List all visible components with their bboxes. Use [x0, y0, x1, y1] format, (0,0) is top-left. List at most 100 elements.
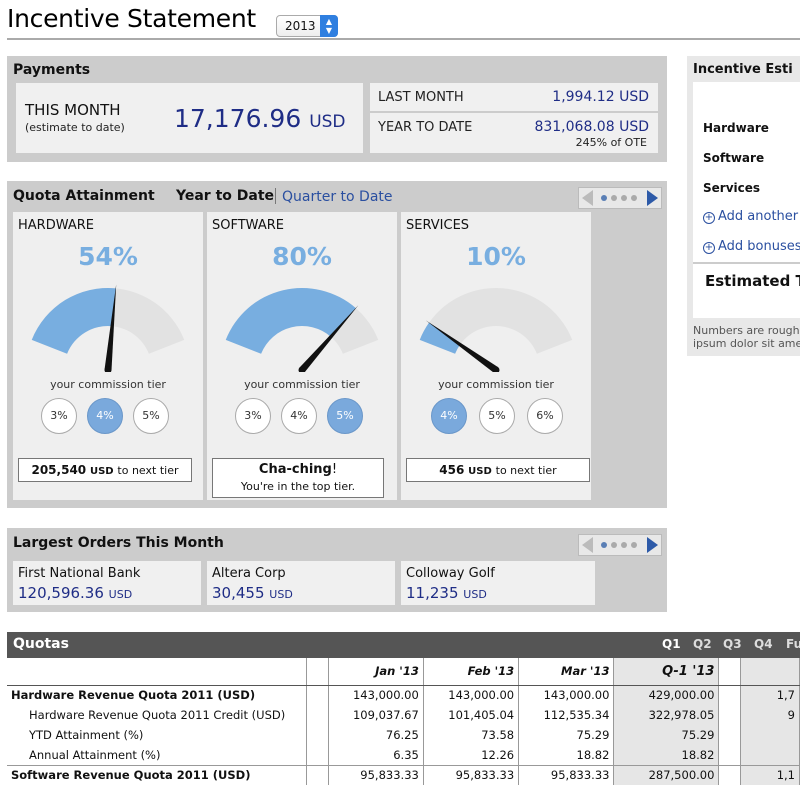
- header-blank: [7, 658, 307, 686]
- pager-dot[interactable]: [601, 195, 607, 201]
- order-value: 11,235 USD: [406, 584, 487, 602]
- add-another-label: Add another: [718, 209, 799, 224]
- header-gap: [718, 658, 742, 686]
- tier-option[interactable]: 3%: [41, 398, 77, 434]
- table-cell: 6.35: [328, 745, 424, 765]
- order-value: 30,455 USD: [212, 584, 293, 602]
- last-month-currency: USD: [619, 89, 649, 105]
- header-gap: [306, 658, 329, 686]
- last-month-label: LAST MONTH: [378, 90, 464, 105]
- quota-percent: 10%: [466, 242, 526, 271]
- last-month-value: 1,994.12: [552, 89, 615, 105]
- tab-year-to-date[interactable]: Year to Date: [176, 188, 274, 204]
- this-month-currency: USD: [309, 112, 346, 132]
- table-cell: 112,535.34: [518, 705, 615, 725]
- order-card[interactable]: Colloway Golf 11,235 USD: [401, 561, 595, 605]
- order-unit: USD: [269, 588, 293, 601]
- table-row: Software Revenue Quota 2011 (USD) 95,833…: [7, 764, 800, 785]
- year-select[interactable]: 2013 ▲ ▼: [276, 15, 338, 37]
- tab-quarter-to-date[interactable]: Quarter to Date: [282, 189, 393, 205]
- estimator-note-line1: Numbers are rough: [693, 324, 800, 337]
- tier-caption: your commission tier: [50, 378, 166, 391]
- tier-option[interactable]: 5%: [479, 398, 515, 434]
- ytd-card: YEAR TO DATE 831,068.08 USD 245% of OTE: [370, 113, 658, 153]
- estimator-row-hardware: Hardware: [703, 121, 769, 135]
- tier-option[interactable]: 5%: [133, 398, 169, 434]
- year-select-value: 2013: [285, 19, 316, 33]
- prev-arrow-icon[interactable]: [582, 190, 593, 206]
- column-header: Jan '13: [328, 658, 424, 686]
- quarter-tab-q4[interactable]: Q4: [754, 637, 773, 651]
- table-row: Hardware Revenue Quota 2011 (USD) 143,00…: [7, 684, 800, 705]
- pager-dot[interactable]: [621, 542, 627, 548]
- top-tier-subtitle: You're in the top tier.: [240, 480, 356, 493]
- tier-option[interactable]: 4%: [431, 398, 467, 434]
- row-label: Hardware Revenue Quota 2011 Credit (USD): [7, 705, 307, 725]
- quarter-tab-q1[interactable]: Q1: [662, 637, 681, 651]
- table-cell: 95,833.33: [423, 764, 520, 785]
- payments-title: Payments: [13, 62, 91, 78]
- page-title: Incentive Statement: [7, 4, 256, 33]
- quota-category: SERVICES: [406, 218, 470, 233]
- this-month-label: THIS MONTH: [25, 101, 121, 119]
- add-bonuses-link[interactable]: + Add bonuses: [703, 239, 800, 254]
- estimator-title: Incentive Esti: [693, 62, 793, 77]
- quota-card-software: SOFTWARE 80% your commission tier 3% 4% …: [207, 212, 397, 500]
- pager-dot[interactable]: [611, 195, 617, 201]
- next-arrow-icon[interactable]: [647, 537, 658, 553]
- quota-percent: 54%: [78, 242, 138, 271]
- quarter-tab-q3[interactable]: Q3: [723, 637, 742, 651]
- pager-dot[interactable]: [621, 195, 627, 201]
- pager-dot[interactable]: [611, 542, 617, 548]
- add-another-link[interactable]: + Add another: [703, 209, 798, 224]
- pager-dot[interactable]: [601, 542, 607, 548]
- pager-dot[interactable]: [631, 195, 637, 201]
- ytd-label: YEAR TO DATE: [378, 120, 473, 135]
- ytd-amount: 831,068.08 USD: [534, 119, 649, 135]
- table-cell: 101,405.04: [423, 705, 520, 725]
- next-tier-value: 205,540: [31, 463, 87, 477]
- table-cell: 12.26: [423, 745, 520, 765]
- row-gap: [306, 684, 329, 705]
- row-label: YTD Attainment (%): [7, 725, 307, 745]
- quota-pager: [578, 187, 662, 209]
- table-row: Annual Attainment (%) 6.35 12.26 18.82 1…: [7, 745, 800, 765]
- table-cell: 75.29: [518, 725, 615, 745]
- row-gap: [306, 764, 329, 785]
- table-cell: 287,500.00: [613, 764, 720, 785]
- next-arrow-icon[interactable]: [647, 190, 658, 206]
- select-arrows-icon: ▲ ▼: [320, 15, 338, 37]
- tier-option[interactable]: 4%: [87, 398, 123, 434]
- estimator-note-line2: ipsum dolor sit ame: [693, 337, 800, 350]
- quota-title: Quota Attainment: [13, 188, 155, 204]
- order-card[interactable]: Altera Corp 30,455 USD: [207, 561, 395, 605]
- table-cell: 18.82: [613, 745, 720, 765]
- ytd-value: 831,068.08: [534, 119, 615, 135]
- pager-dot[interactable]: [631, 542, 637, 548]
- quota-gauge: [31, 284, 185, 372]
- row-gap: [306, 705, 329, 725]
- row-gap: [718, 705, 742, 725]
- table-cell: 109,037.67: [328, 705, 424, 725]
- table-cell: 18.82: [518, 745, 615, 765]
- tier-option[interactable]: 5%: [327, 398, 363, 434]
- order-amount: 120,596.36: [18, 584, 104, 602]
- quarter-tab-full[interactable]: Fu: [786, 637, 800, 651]
- quarter-tab-q2[interactable]: Q2: [693, 637, 712, 651]
- table-cell: 73.58: [423, 725, 520, 745]
- orders-title: Largest Orders This Month: [13, 535, 224, 551]
- estimator-row-services: Services: [703, 181, 761, 195]
- quotas-header: Quotas Q1 Q2 Q3 Q4 Fu: [7, 632, 800, 658]
- table-cell: 143,000.00: [518, 684, 615, 705]
- tab-separator: [275, 188, 276, 204]
- plus-circle-icon: +: [703, 242, 715, 254]
- tier-option[interactable]: 4%: [281, 398, 317, 434]
- order-name: Colloway Golf: [406, 566, 495, 581]
- tier-option[interactable]: 3%: [235, 398, 271, 434]
- order-card[interactable]: First National Bank 120,596.36 USD: [13, 561, 201, 605]
- tier-option[interactable]: 6%: [527, 398, 563, 434]
- prev-arrow-icon[interactable]: [582, 537, 593, 553]
- ytd-currency: USD: [619, 119, 649, 135]
- table-cell: [740, 745, 800, 765]
- last-month-card: LAST MONTH 1,994.12 USD: [370, 83, 658, 111]
